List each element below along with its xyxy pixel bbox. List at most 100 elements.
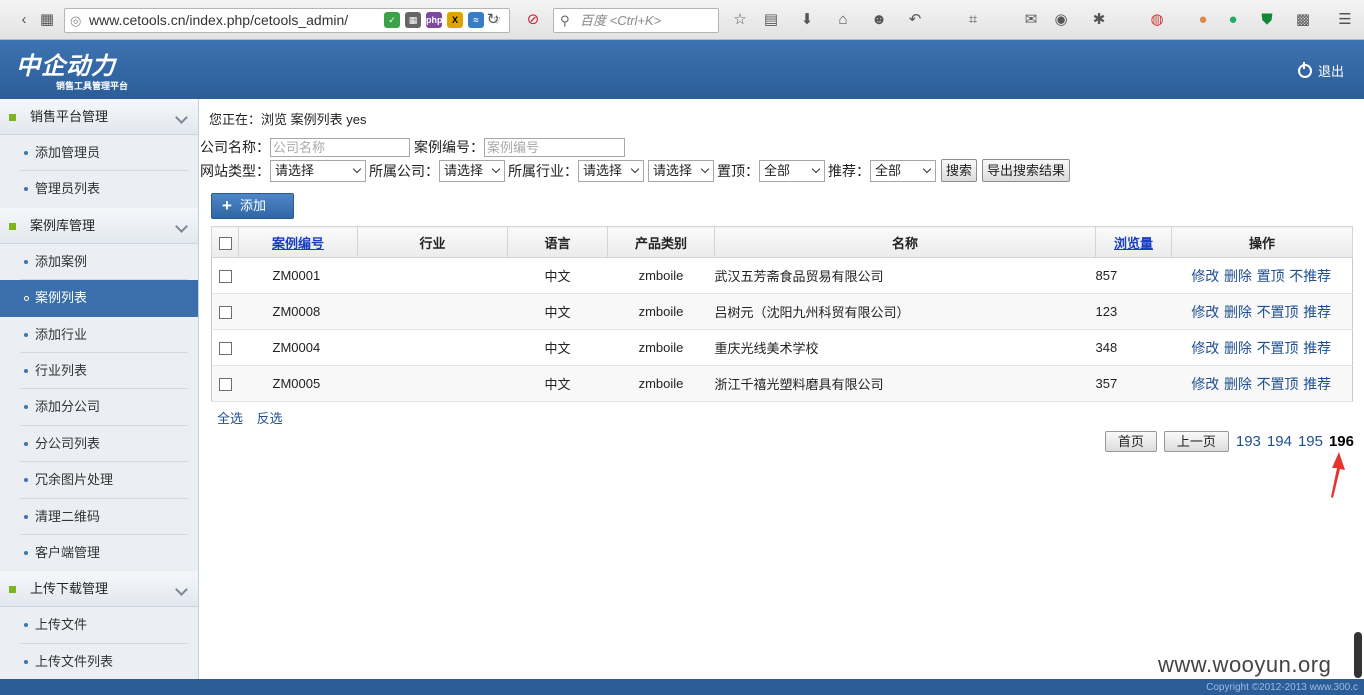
export-button[interactable]: 导出搜索结果 <box>982 159 1071 182</box>
search-button[interactable]: 搜索 <box>941 159 978 182</box>
sidebar-group-sales[interactable]: 销售平台管理 <box>0 99 198 135</box>
page-link[interactable]: 194 <box>1267 433 1292 450</box>
delete-link[interactable]: 删除 <box>1224 376 1252 392</box>
table-row: ZM0008 中文 zmboile 吕树元（沈阳九州科贸有限公司） 123 修改… <box>211 293 1353 330</box>
green-addon-icon[interactable]: ● <box>1222 9 1244 31</box>
shield-icon[interactable]: ✓ <box>384 12 400 28</box>
reading-list-icon[interactable]: ▤ <box>760 9 782 31</box>
download-icon[interactable]: ⬇ <box>796 9 818 31</box>
page-link[interactable]: 193 <box>1236 433 1261 450</box>
address-bar[interactable]: ◎ www.cetools.cn/index.php/cetools_admin… <box>64 8 510 33</box>
scrollbar-thumb[interactable] <box>1354 632 1362 678</box>
invert-selection-link[interactable]: 反选 <box>257 411 283 426</box>
undo-icon[interactable]: ↶ <box>904 9 926 31</box>
sidebar-item-add-industry[interactable]: 添加行业 <box>0 317 198 354</box>
bug-icon[interactable]: ✱ <box>1088 9 1110 31</box>
recommend-link[interactable]: 推荐 <box>1303 376 1331 392</box>
top-select[interactable]: 全部 <box>759 159 825 182</box>
recommend-link[interactable]: 推荐 <box>1303 304 1331 320</box>
recommend-select[interactable]: 全部 <box>870 159 936 182</box>
search-input[interactable]: ⚲ 百度 <Ctrl+K> <box>553 8 719 33</box>
bookmark-star-icon[interactable]: ☆ <box>729 9 751 31</box>
col-views[interactable]: 浏览量 <box>1095 226 1172 258</box>
add-button[interactable]: + 添加 <box>211 193 294 219</box>
first-page-button[interactable]: 首页 <box>1104 431 1157 452</box>
sidebar-item-branch-list[interactable]: 分公司列表 <box>0 426 198 463</box>
delete-link[interactable]: 删除 <box>1224 268 1252 284</box>
reload-icon[interactable]: ↻ <box>482 9 504 31</box>
sidebar-item-clear-qrcode[interactable]: 清理二维码 <box>0 499 198 536</box>
sidebar-item-upload-list[interactable]: 上传文件列表 <box>0 644 198 679</box>
crop-icon[interactable]: ⌗ <box>962 9 984 31</box>
delete-link[interactable]: 删除 <box>1224 304 1252 320</box>
grid-addon-icon[interactable]: ▩ <box>1292 9 1314 31</box>
edit-link[interactable]: 修改 <box>1191 304 1219 320</box>
bullet-icon <box>24 550 28 555</box>
pin-link[interactable]: 置顶 <box>1257 268 1285 284</box>
recommend-link[interactable]: 不推荐 <box>1289 268 1331 284</box>
bullet-icon <box>24 151 28 155</box>
fox-icon[interactable]: ● <box>1192 9 1214 31</box>
case-no-label: 案例编号： <box>414 139 484 155</box>
sort-views-link[interactable]: 浏览量 <box>1114 236 1153 251</box>
sidebar-group-upload[interactable]: 上传下载管理 <box>0 571 198 608</box>
edit-link[interactable]: 修改 <box>1191 268 1219 284</box>
sidebar-item-label: 添加案例 <box>35 253 88 269</box>
sidebar-item-add-case[interactable]: 添加案例 <box>0 244 198 281</box>
sidebar-item-upload-file[interactable]: 上传文件 <box>0 607 198 645</box>
industry-sub-select[interactable]: 请选择 <box>648 159 714 182</box>
row-checkbox[interactable] <box>218 306 232 320</box>
prev-page-button[interactable]: 上一页 <box>1163 431 1229 452</box>
qr-code-icon[interactable]: ▦ <box>405 12 421 28</box>
edit-link[interactable]: 修改 <box>1191 376 1219 392</box>
sidebar-item-admin-list[interactable]: 管理员列表 <box>0 171 198 207</box>
globe-addon-icon[interactable]: ◉ <box>1050 9 1072 31</box>
cell-industry <box>357 257 508 294</box>
sidebar-item-redundant-images[interactable]: 冗余图片处理 <box>0 462 198 499</box>
logout-button[interactable]: 退出 <box>1297 61 1344 80</box>
pin-link[interactable]: 不置顶 <box>1257 304 1299 320</box>
php-icon[interactable]: php <box>426 12 443 28</box>
home-icon[interactable]: ⌂ <box>832 9 854 31</box>
branch-select[interactable]: 请选择 <box>439 159 505 182</box>
row-checkbox[interactable] <box>218 270 232 284</box>
x-icon[interactable]: X <box>447 12 463 28</box>
apps-icon[interactable]: ▦ <box>36 9 58 31</box>
industry-select[interactable]: 请选择 <box>578 159 644 182</box>
row-checkbox[interactable] <box>218 342 232 356</box>
edit-link[interactable]: 修改 <box>1191 340 1219 356</box>
select-all-link[interactable]: 全选 <box>217 411 243 426</box>
col-case-no[interactable]: 案例编号 <box>238 226 358 258</box>
sidebar-item-label: 客户端管理 <box>35 544 101 560</box>
delete-link[interactable]: 删除 <box>1224 340 1252 356</box>
sidebar-item-add-admin[interactable]: 添加管理员 <box>0 135 198 172</box>
row-checkbox[interactable] <box>218 378 232 392</box>
pin-link[interactable]: 不置顶 <box>1257 376 1299 392</box>
cell-category: zmboile <box>607 293 715 330</box>
back-icon[interactable]: ‹ <box>13 9 35 31</box>
sidebar-item-label: 管理员列表 <box>35 181 101 197</box>
pin-link[interactable]: 不置顶 <box>1257 340 1299 356</box>
menu-icon[interactable]: ☰ <box>1334 9 1356 31</box>
sidebar-item-label: 添加管理员 <box>35 145 101 160</box>
shield-addon-icon[interactable]: ⛊ <box>1256 9 1278 31</box>
sort-case-no-link[interactable]: 案例编号 <box>272 236 324 251</box>
sidebar-item-label: 行业列表 <box>35 362 88 378</box>
bullet-icon <box>24 659 28 664</box>
sidebar-item-client-manage[interactable]: 客户端管理 <box>0 535 198 571</box>
sidebar-group-cases[interactable]: 案例库管理 <box>0 207 198 244</box>
block-icon[interactable]: ⊘ <box>522 9 544 31</box>
sidebar-item-industry-list[interactable]: 行业列表 <box>0 353 198 390</box>
sidebar-item-add-branch[interactable]: 添加分公司 <box>0 389 198 427</box>
case-table: 案例编号 行业 语言 产品类别 名称 浏览量 操作 ZM0001 中文 zmbo… <box>211 226 1353 402</box>
recommend-link[interactable]: 推荐 <box>1303 340 1331 356</box>
page-link[interactable]: 195 <box>1298 433 1323 450</box>
comment-icon[interactable]: ✉ <box>1020 9 1042 31</box>
site-type-select[interactable]: 请选择 <box>270 159 366 182</box>
sidebar-item-case-list[interactable]: 案例列表 <box>0 280 198 317</box>
case-no-input[interactable] <box>484 137 625 157</box>
select-all-checkbox[interactable] <box>218 236 232 250</box>
monkey-icon[interactable]: ◍ <box>1146 9 1168 31</box>
company-input[interactable] <box>270 137 410 157</box>
chat-icon[interactable]: ☻ <box>868 9 890 31</box>
